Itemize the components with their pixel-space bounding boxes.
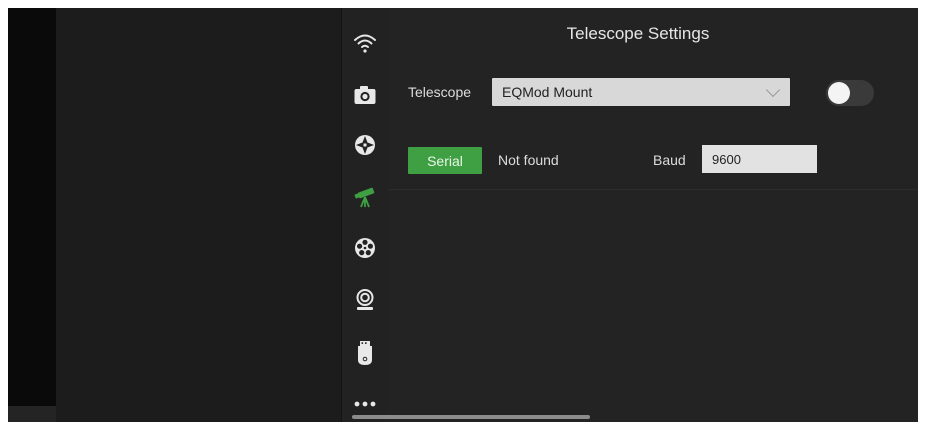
telescope-settings-panel: Telescope Settings Telescope EQMod Mount… (388, 8, 918, 422)
focus-target-icon[interactable] (352, 132, 378, 158)
telescope-select[interactable]: EQMod Mount (492, 78, 790, 106)
telescope-icon[interactable] (352, 184, 378, 210)
telescope-select-value: EQMod Mount (502, 84, 593, 100)
filter-wheel-icon[interactable] (352, 235, 378, 261)
bottom-edge (8, 406, 56, 422)
left-edge-strip (8, 8, 56, 406)
serial-button[interactable]: Serial (408, 147, 482, 174)
storage-device-icon[interactable] (352, 340, 378, 366)
divider (388, 189, 918, 190)
more-icon[interactable] (352, 391, 378, 417)
settings-icon-rail (341, 8, 389, 422)
connect-toggle[interactable] (826, 80, 874, 106)
wifi-icon[interactable] (352, 30, 378, 56)
camera-icon[interactable] (352, 82, 378, 108)
serial-status: Not found (498, 152, 559, 168)
webcam-icon[interactable] (352, 287, 378, 313)
app-window: Telescope Settings Telescope EQMod Mount… (8, 8, 918, 422)
image-preview-area (56, 8, 341, 422)
telescope-label: Telescope (408, 84, 472, 100)
chevron-down-icon (765, 82, 781, 98)
horizontal-scrollbar[interactable] (352, 415, 590, 419)
baud-label: Baud (653, 152, 686, 168)
page-title: Telescope Settings (566, 24, 710, 43)
serial-button-label: Serial (427, 152, 463, 169)
baud-value: 9600 (712, 151, 741, 167)
toggle-knob (828, 82, 850, 104)
baud-input[interactable]: 9600 (702, 145, 817, 173)
